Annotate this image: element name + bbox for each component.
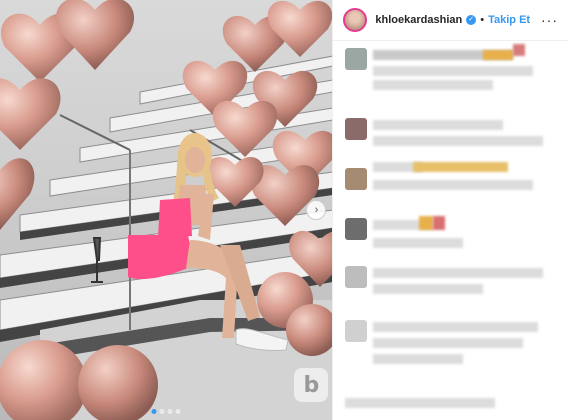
- blurred-comment: [373, 268, 544, 278]
- instagram-post: › b khloekardashian ✓ • Takip Et ···: [0, 0, 568, 420]
- blurred-comment: [373, 322, 539, 332]
- more-dots-icon[interactable]: ···: [541, 12, 558, 28]
- blurred-caption: [373, 80, 494, 90]
- check-badge-icon: ✓: [466, 15, 477, 25]
- blurred-comment: [373, 338, 524, 348]
- blurred-comment: [373, 284, 484, 294]
- blurred-comment: [373, 180, 534, 190]
- slide-dot: [175, 409, 181, 414]
- watermark-logo: b: [294, 368, 329, 402]
- slide-indicator: [151, 409, 181, 414]
- blurred-comment: [373, 120, 504, 130]
- blurred-comment: [373, 238, 464, 248]
- slide-dot: [167, 409, 173, 414]
- blurred-emoji: [513, 44, 526, 56]
- username-link[interactable]: khloekardashian: [375, 14, 462, 26]
- separator-dot: •: [480, 14, 485, 26]
- chevron-right-icon: ›: [314, 204, 319, 216]
- blurred-emoji: [413, 162, 509, 172]
- comment-avatar: [345, 118, 368, 140]
- post-photo[interactable]: › b: [0, 0, 333, 420]
- blurred-comment: [373, 354, 464, 364]
- comment-avatar: [345, 168, 368, 190]
- blurred-comment: [345, 398, 496, 408]
- post-sidebar: khloekardashian ✓ • Takip Et ···: [332, 0, 568, 420]
- follow-button[interactable]: Takip Et: [488, 14, 530, 26]
- blurred-comment: [373, 136, 544, 146]
- comment-avatar: [345, 266, 368, 288]
- comment-avatar: [345, 48, 368, 70]
- comment-avatar: [345, 320, 368, 342]
- blurred-emoji: [419, 216, 434, 230]
- blurred-emoji: [433, 216, 446, 230]
- photo-illustration: [0, 0, 333, 420]
- comment-avatar: [345, 218, 368, 240]
- post-header: khloekardashian ✓ • Takip Et ···: [333, 0, 568, 41]
- slide-dot: [151, 409, 157, 414]
- avatar[interactable]: [343, 8, 368, 32]
- slide-dot: [159, 409, 165, 414]
- blurred-emoji: [483, 50, 514, 60]
- blurred-caption: [373, 66, 534, 76]
